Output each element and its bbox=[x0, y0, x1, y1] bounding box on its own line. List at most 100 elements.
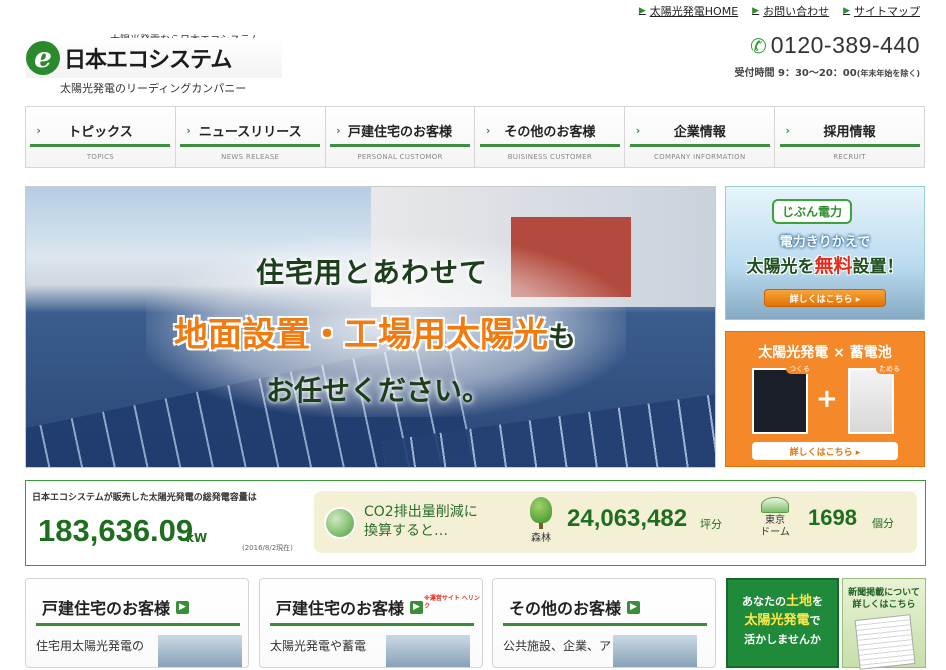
link-home[interactable]: ▶ 太陽光発電HOME bbox=[639, 3, 738, 19]
dome-label-2: ドーム bbox=[760, 527, 790, 538]
divider bbox=[503, 623, 707, 626]
banner-text-free: 無料 bbox=[814, 255, 853, 277]
banner-land-solar[interactable]: あなたの土地を 太陽光発電で 活かしませんか bbox=[726, 578, 839, 668]
arrow-right-icon: ▶ bbox=[176, 600, 190, 614]
card-personal-customer[interactable]: 戸建住宅のお客様 ▶ 住宅用太陽光発電の bbox=[25, 578, 249, 668]
banner-text: あなたの bbox=[741, 595, 786, 608]
utility-links: ▶ 太陽光発電HOME ▶ お問い合わせ ▶ サイトマップ bbox=[639, 3, 920, 19]
site-logo[interactable]: e 日本エコシステム bbox=[26, 38, 282, 78]
business-hours: 受付時間 9：30〜20：00(年末年始を除く) bbox=[735, 64, 921, 79]
card-text: 公共施設、企業、ア bbox=[503, 639, 612, 653]
tree-icon bbox=[530, 497, 552, 523]
banner-jibun-denryoku[interactable]: じぶん電力 電力きりかえで 太陽光を無料設置！ 詳しくはこちら ▸ bbox=[725, 186, 925, 320]
nav-label: トピックス bbox=[68, 125, 133, 140]
hero-line-3: お任せください。 bbox=[266, 374, 491, 407]
hero-banner[interactable]: 住宅用とあわせて 地面設置・工場用太陽光も お任せください。 bbox=[25, 186, 716, 468]
nav-label: 企業情報 bbox=[673, 125, 726, 140]
card-title: 戸建住宅のお客様 ▶ bbox=[276, 595, 424, 619]
nav-subtitle: RECRUIT bbox=[833, 153, 866, 161]
external-site-note: ※運営サイト へリンク bbox=[424, 595, 480, 610]
dome-value: 1698 bbox=[808, 505, 857, 530]
dome-stat: 東京 ドーム bbox=[754, 497, 796, 549]
divider bbox=[36, 623, 240, 626]
arrow-right-icon: ▶ bbox=[638, 6, 646, 16]
divider bbox=[270, 623, 474, 626]
capacity-value: 183,636.09 bbox=[38, 513, 194, 548]
banner-solar-battery[interactable]: 太陽光発電 × 蓄電池 つくる + ためる 詳しくはこちら ▸ bbox=[725, 331, 925, 467]
card-business-customer[interactable]: その他のお客様 ▶ 公共施設、企業、ア bbox=[492, 578, 716, 668]
phone-number: 0120-389-440 bbox=[770, 32, 920, 58]
banner-land-text: あなたの土地を 太陽光発電で 活かしませんか bbox=[728, 592, 837, 649]
nav-item-recruit[interactable]: › 採用情報 RECRUIT bbox=[775, 107, 924, 167]
banner-battery-title: 太陽光発電 × 蓄電池 bbox=[758, 345, 892, 361]
phone-contact[interactable]: ✆ 0120-389-440 bbox=[750, 32, 920, 59]
dome-label-1: 東京 bbox=[765, 515, 785, 526]
nav-item-business[interactable]: › その他のお客様 BUISINESS CUSTOMER bbox=[475, 107, 626, 167]
nav-item-company[interactable]: › 企業情報 COMPANY INFORMATION bbox=[625, 107, 776, 167]
banner-text-highlight: 土地 bbox=[785, 594, 812, 609]
banner-newspaper[interactable]: 新聞掲載について 詳しくはこちら bbox=[842, 578, 926, 670]
dome-icon bbox=[761, 497, 789, 513]
nav-item-news[interactable]: › ニュースリリース NEWS RELEASE bbox=[176, 107, 326, 167]
co2-text-line-2: 換算すると… bbox=[364, 523, 448, 539]
newspaper-image bbox=[854, 614, 916, 670]
link-contact[interactable]: ▶ お問い合わせ bbox=[752, 3, 829, 19]
banner-text: で bbox=[809, 614, 821, 627]
link-contact-label: お問い合わせ bbox=[763, 5, 830, 18]
nav-label: ニュースリリース bbox=[198, 125, 302, 140]
card-photo bbox=[613, 635, 697, 667]
banner-news-line-1: 新聞掲載について bbox=[848, 588, 920, 598]
link-sitemap-label: サイトマップ bbox=[854, 5, 920, 18]
capacity-label: 日本エコシステムが販売した太陽光発電の総発電容量は bbox=[32, 493, 257, 503]
details-button[interactable]: 詳しくはこちら ▸ bbox=[764, 289, 886, 307]
link-sitemap[interactable]: ▶ サイトマップ bbox=[843, 3, 920, 19]
forest-label: 森林 bbox=[531, 533, 551, 544]
nav-subtitle: COMPANY INFORMATION bbox=[653, 153, 746, 161]
card-title: その他のお客様 ▶ bbox=[509, 595, 641, 619]
globe-icon bbox=[324, 507, 356, 539]
card-personal-customer-external[interactable]: 戸建住宅のお客様 ▶ ※運営サイト へリンク 太陽光発電や蓄電 bbox=[259, 578, 483, 668]
banner-news-text: 新聞掲載について 詳しくはこちら bbox=[843, 587, 925, 611]
nav-label: 戸建住宅のお客様 bbox=[348, 125, 453, 140]
logo-e-icon: e bbox=[26, 41, 60, 75]
forest-stat: 森林 bbox=[524, 497, 558, 547]
link-home-label: 太陽光発電HOME bbox=[649, 5, 739, 18]
banner-text: 設置！ bbox=[852, 257, 904, 277]
nav-label: その他のお客様 bbox=[504, 125, 596, 140]
arrow-right-icon: ▶ bbox=[752, 6, 760, 16]
chevron-right-icon: › bbox=[785, 124, 791, 137]
arrow-right-icon: ▶ bbox=[410, 600, 424, 614]
card-text: 住宅用太陽光発電の bbox=[36, 639, 145, 653]
details-button[interactable]: 詳しくはこちら ▸ bbox=[752, 442, 898, 460]
banner-text: 太陽光 bbox=[746, 257, 798, 277]
hero-line-2-main: 地面設置・工場用太陽光 bbox=[174, 315, 548, 355]
phone-icon: ✆ bbox=[750, 33, 767, 58]
card-title-text: 戸建住宅のお客様 bbox=[276, 599, 405, 618]
hours-note: (年末年始を除く) bbox=[856, 69, 920, 78]
banner-land-line-2: 太陽光発電で bbox=[728, 611, 837, 630]
banner-text: を bbox=[797, 257, 815, 277]
tag-produce: つくる bbox=[786, 364, 813, 374]
chevron-right-icon: › bbox=[186, 124, 191, 137]
chevron-right-icon: › bbox=[485, 124, 491, 137]
chevron-right-icon: › bbox=[635, 124, 641, 137]
card-title: 戸建住宅のお客様 ▶ bbox=[42, 595, 190, 619]
co2-text-line-1: CO2排出量削減に bbox=[364, 504, 478, 520]
arrow-right-icon: ▶ bbox=[627, 600, 641, 614]
hero-line-2: 地面設置・工場用太陽光も bbox=[174, 307, 576, 356]
global-nav: › トピックス TOPICS › ニュースリリース NEWS RELEASE › 戸建… bbox=[25, 106, 925, 168]
battery-image bbox=[848, 368, 894, 434]
hero-line-1: 住宅用とあわせて bbox=[256, 256, 489, 289]
card-photo bbox=[386, 635, 470, 667]
chevron-right-icon: › bbox=[336, 124, 341, 137]
nav-item-topics[interactable]: › トピックス TOPICS bbox=[26, 107, 176, 167]
forest-unit: 坪分 bbox=[700, 518, 722, 531]
nav-item-personal[interactable]: › 戸建住宅のお客様 PERSONAL CUSTOMOR bbox=[326, 107, 476, 167]
forest-value: 24,063,482 bbox=[567, 505, 688, 532]
nav-subtitle: PERSONAL CUSTOMOR bbox=[357, 153, 443, 161]
tag-store: ためる bbox=[876, 364, 903, 374]
capacity-panel: 日本エコシステムが販売した太陽光発電の総発電容量は 183,636.09 kW … bbox=[25, 480, 926, 566]
banner-news-line-2: 詳しくはこちら bbox=[852, 600, 916, 610]
hero-line-2-suffix: も bbox=[548, 320, 577, 353]
banner-text-highlight: 太陽光発電 bbox=[744, 613, 810, 628]
